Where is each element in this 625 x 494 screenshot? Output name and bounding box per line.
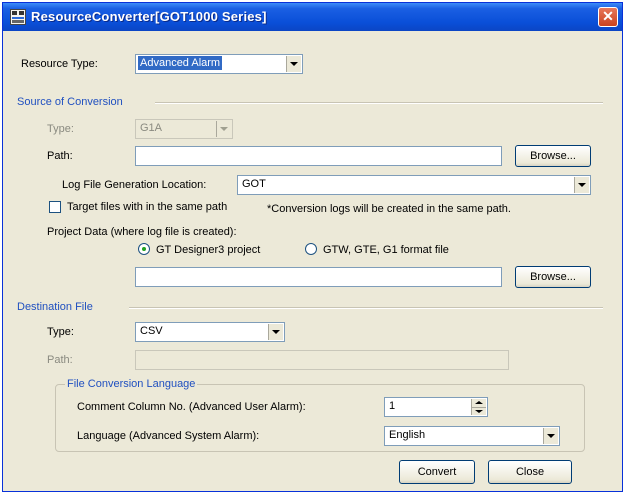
gt3-project-label: GT Designer3 project bbox=[156, 244, 261, 256]
language-label: Language (Advanced System Alarm): bbox=[77, 430, 260, 442]
close-icon[interactable]: ✕ bbox=[598, 7, 618, 27]
close-button[interactable]: Close bbox=[488, 460, 572, 484]
chevron-down-icon bbox=[216, 121, 231, 137]
file-conversion-language-legend: File Conversion Language bbox=[65, 377, 198, 391]
chevron-down-icon[interactable] bbox=[543, 428, 558, 444]
resource-type-label: Resource Type: bbox=[21, 58, 98, 70]
gt3-project-radio[interactable] bbox=[138, 243, 150, 255]
target-files-label: Target files with in the same path bbox=[67, 201, 228, 213]
chevron-down-icon[interactable] bbox=[286, 56, 301, 72]
source-group-label: Source of Conversion bbox=[17, 96, 123, 108]
chevron-down-icon[interactable] bbox=[268, 324, 283, 340]
convert-button[interactable]: Convert bbox=[399, 460, 475, 484]
comment-column-stepper[interactable]: 1 bbox=[384, 397, 488, 417]
source-type-select[interactable]: G1A bbox=[135, 119, 233, 139]
gtw-format-radio[interactable] bbox=[305, 243, 317, 255]
source-path-input[interactable] bbox=[135, 146, 502, 166]
destination-type-select[interactable]: CSV bbox=[135, 322, 285, 342]
source-type-label: Type: bbox=[47, 123, 74, 135]
browse-button[interactable]: Browse... bbox=[515, 145, 591, 167]
chevron-down-icon[interactable] bbox=[574, 177, 589, 193]
comment-column-value: 1 bbox=[389, 400, 396, 412]
destination-group-divider bbox=[129, 307, 603, 309]
stepper-icon[interactable] bbox=[471, 399, 486, 415]
resource-type-value: Advanced Alarm bbox=[138, 56, 223, 70]
source-type-value: G1A bbox=[140, 122, 163, 134]
browse-project-button[interactable]: Browse... bbox=[515, 266, 591, 288]
destination-type-label: Type: bbox=[47, 326, 74, 338]
target-files-checkbox[interactable] bbox=[49, 201, 61, 213]
comment-column-label: Comment Column No. (Advanced User Alarm)… bbox=[77, 401, 306, 413]
title-bar[interactable]: ResourceConverter[GOT1000 Series] ✕ bbox=[3, 3, 622, 31]
language-select[interactable]: English bbox=[384, 426, 560, 446]
destination-path-label: Path: bbox=[47, 354, 73, 366]
source-path-label: Path: bbox=[47, 150, 73, 162]
log-location-value: GOT bbox=[242, 178, 266, 190]
window-title: ResourceConverter[GOT1000 Series] bbox=[31, 9, 267, 24]
project-data-label: Project Data (where log file is created)… bbox=[47, 226, 237, 238]
conversion-note: *Conversion logs will be created in the … bbox=[267, 203, 511, 215]
log-location-label: Log File Generation Location: bbox=[62, 179, 207, 191]
language-value: English bbox=[389, 429, 426, 441]
app-icon bbox=[10, 9, 26, 25]
resource-type-select[interactable]: Advanced Alarm bbox=[135, 54, 303, 74]
destination-group-label: Destination File bbox=[17, 301, 93, 313]
source-group-divider bbox=[155, 102, 603, 104]
destination-type-value: CSV bbox=[140, 325, 163, 337]
log-location-select[interactable]: GOT bbox=[237, 175, 591, 195]
destination-path-input bbox=[135, 350, 509, 370]
gtw-format-label: GTW, GTE, G1 format file bbox=[323, 244, 449, 256]
project-path-input[interactable] bbox=[135, 267, 502, 287]
resource-converter-window: ResourceConverter[GOT1000 Series] ✕ Reso… bbox=[2, 2, 623, 492]
